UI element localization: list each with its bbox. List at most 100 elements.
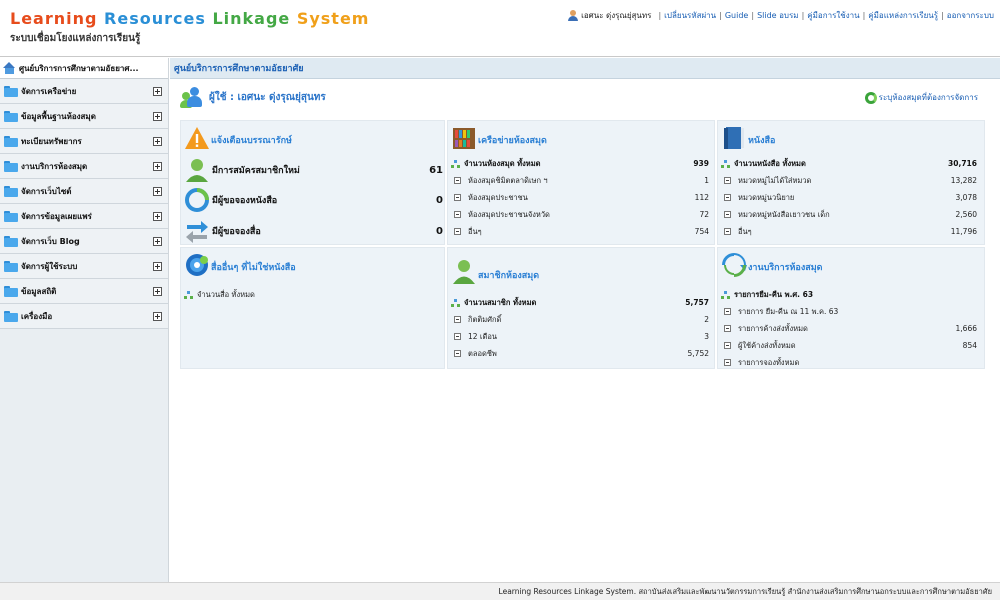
list-item[interactable]: ห้องสมุดประชาชนจังหวัด 72 [451, 207, 709, 222]
list-item[interactable]: อื่นๆ 754 [451, 224, 709, 239]
expand-icon[interactable] [153, 112, 162, 121]
collapse-icon [724, 359, 731, 366]
footer-text: Learning Resources Linkage System. สถาบั… [498, 586, 992, 596]
list-item[interactable]: ตลอดชีพ 5,752 [451, 346, 709, 361]
sidebar: ศูนย์บริการการศึกษาตามอัธยาศ... จัดการเค… [0, 58, 169, 582]
user-icon [568, 10, 579, 21]
logo-word-2: Resources [104, 9, 206, 28]
collapse-icon [724, 342, 731, 349]
sidebar-item-label: ข้อมูลพื้นฐานห้องสมุด [21, 111, 96, 121]
expand-icon[interactable] [153, 187, 162, 196]
folder-icon [4, 285, 18, 297]
folder-icon [4, 260, 18, 272]
expand-icon[interactable] [153, 237, 162, 246]
expand-icon[interactable] [153, 312, 162, 321]
sidebar-item-statistics[interactable]: ข้อมูลสถิติ [0, 279, 168, 304]
list-item[interactable]: หมวดหมู่นวนิยาย 3,078 [721, 190, 977, 205]
current-user-label: ผู้ใช้ : เอศนะ ดุ่งรุณยุ่สุนทร [209, 91, 326, 103]
new-members-alert[interactable]: มีการสมัครสมาชิกใหม่ 61 [185, 157, 443, 183]
sidebar-item-label: เครื่องมือ [21, 311, 53, 321]
sidebar-item-website[interactable]: จัดการเว็บไซต์ [0, 179, 168, 204]
collapse-icon [724, 177, 731, 184]
sidebar-item-users[interactable]: จัดการผู้ใช้ระบบ [0, 254, 168, 279]
sidebar-item-resources[interactable]: ทะเบียนทรัพยากร [0, 129, 168, 154]
collapse-icon [454, 211, 461, 218]
members-total-row[interactable]: จำนวนสมาชิก ทั้งหมด 5,757 [451, 295, 709, 310]
folder-icon [4, 185, 18, 197]
book-reservation-alert[interactable]: มีผู้ขอจองหนังสือ 0 [185, 187, 443, 213]
folder-icon [4, 310, 18, 322]
list-item[interactable]: ห้องสมุดประชาชน 112 [451, 190, 709, 205]
list-item[interactable]: กิตติมศักดิ์ 2 [451, 312, 709, 327]
current-user-name: เอศนะ ดุ่งรุณยุ่สุนทร [581, 11, 652, 20]
user-manual-link[interactable]: คู่มือการใช้งาน [807, 9, 859, 22]
home-icon [3, 62, 16, 74]
expand-icon[interactable] [153, 212, 162, 221]
loans-total-row[interactable]: รายการยืม-คืน พ.ศ. 63 [721, 287, 977, 302]
list-item[interactable]: รายการจองทั้งหมด [721, 355, 977, 370]
sidebar-item-label: จัดการเว็บ Blog [21, 236, 80, 246]
media-total-row[interactable]: จำนวนสื่อ ทั้งหมด [184, 287, 442, 302]
panel-title: แจ้งเตือนบรรณารักษ์ [211, 136, 292, 146]
exchange-arrows-icon [185, 219, 209, 243]
sidebar-home[interactable]: ศูนย์บริการการศึกษาตามอัธยาศ... [0, 58, 168, 79]
media-reservation-alert[interactable]: มีผู้ขอจองสื่อ 0 [185, 218, 443, 244]
sidebar-item-tools[interactable]: เครื่องมือ [0, 304, 168, 329]
expand-icon[interactable] [153, 287, 162, 296]
panel-title: หนังสือ [748, 136, 776, 146]
expand-icon[interactable] [153, 162, 162, 171]
books-total-row[interactable]: จำนวนหนังสือ ทั้งหมด 30,716 [721, 156, 977, 171]
page-title: ศูนย์บริการการศึกษาตามอัธยาศัย [170, 58, 1000, 79]
panel-title: งานบริการห้องสมุด [748, 263, 823, 273]
expand-icon[interactable] [153, 87, 162, 96]
cycle-arrows-icon [722, 253, 747, 277]
sidebar-item-library-info[interactable]: ข้อมูลพื้นฐานห้องสมุด [0, 104, 168, 129]
footer: Learning Resources Linkage System. สถาบั… [0, 582, 1000, 600]
collapse-icon [724, 308, 731, 315]
list-item[interactable]: หมวดหมู่หนังสือเยาวชน เด็ก 2,560 [721, 207, 977, 222]
book-reserve-icon [185, 188, 209, 212]
panel-title: สื่ออื่นๆ ที่ไม่ใช่หนังสือ [211, 263, 296, 273]
list-item[interactable]: ผู้ใช้ค้างส่งทั้งหมด 854 [721, 338, 977, 353]
collapse-icon [454, 194, 461, 201]
tree-icon [451, 298, 460, 307]
current-user-heading: ผู้ใช้ : เอศนะ ดุ่งรุณยุ่สุนทร [180, 86, 326, 108]
list-item[interactable]: 12 เดือน 3 [451, 329, 709, 344]
collapse-icon [724, 228, 731, 235]
other-media-panel: สื่ออื่นๆ ที่ไม่ใช่หนังสือ จำนวนสื่อ ทั้… [180, 247, 445, 369]
sidebar-item-library-services[interactable]: งานบริการห้องสมุด [0, 154, 168, 179]
training-slide-link[interactable]: Slide อบรม [757, 9, 799, 22]
sidebar-item-publications[interactable]: จัดการข้อมูลเผยแพร่ [0, 204, 168, 229]
change-password-link[interactable]: เปลี่ยนรหัสผ่าน [664, 9, 716, 22]
refresh-icon [864, 91, 877, 104]
main-content: ศูนย์บริการการศึกษาตามอัธยาศัย ผู้ใช้ : … [170, 58, 1000, 582]
header: Learning Resources Linkage System ระบบเช… [0, 0, 1000, 57]
list-item[interactable]: ห้องสมุดชิมิตตลาดิเษก ฯ1 [451, 173, 709, 188]
alert-count: 61 [429, 164, 443, 176]
panel-title: เครือข่ายห้องสมุด [478, 136, 547, 146]
sidebar-item-label: ทะเบียนทรัพยากร [21, 136, 82, 146]
list-item[interactable]: รายการ ยืม-คืน ณ 11 พ.ค. 63 [721, 304, 977, 319]
folder-icon [4, 110, 18, 122]
sidebar-item-blog[interactable]: จัดการเว็บ Blog [0, 229, 168, 254]
books-panel: หนังสือ จำนวนหนังสือ ทั้งหมด 30,716 หมวด… [717, 120, 985, 245]
choose-library-link[interactable]: ระบุห้องสมุดที่ต้องการจัดการ [864, 91, 978, 104]
library-network-panel: เครือข่ายห้องสมุด จำนวนห้องสมุด ทั้งหมด … [447, 120, 715, 245]
top-navigation: เอศนะ ดุ่งรุณยุ่สุนทร | เปลี่ยนรหัสผ่าน … [568, 9, 994, 22]
collapse-icon [724, 211, 731, 218]
sidebar-item-network[interactable]: จัดการเครือข่าย [0, 79, 168, 104]
network-total-row[interactable]: จำนวนห้องสมุด ทั้งหมด 939 [451, 156, 709, 171]
sidebar-item-label: ข้อมูลสถิติ [21, 286, 57, 296]
expand-icon[interactable] [153, 262, 162, 271]
app-logo-title[interactable]: Learning Resources Linkage System [10, 9, 369, 28]
list-item[interactable]: หมวดหมู่ไม่ได้ใส่หมวด 13,282 [721, 173, 977, 188]
collapse-icon [454, 316, 461, 323]
learning-resources-manual-link[interactable]: คู่มือแหล่งการเรียนรู้ [868, 9, 938, 22]
users-icon [180, 86, 204, 108]
expand-icon[interactable] [153, 137, 162, 146]
guide-link[interactable]: Guide [725, 11, 749, 20]
list-item[interactable]: รายการค้างส่งทั้งหมด 1,666 [721, 321, 977, 336]
logout-link[interactable]: ออกจากระบบ [947, 9, 994, 22]
list-item[interactable]: อื่นๆ 11,796 [721, 224, 977, 239]
logo-word-3: Linkage [212, 9, 291, 28]
